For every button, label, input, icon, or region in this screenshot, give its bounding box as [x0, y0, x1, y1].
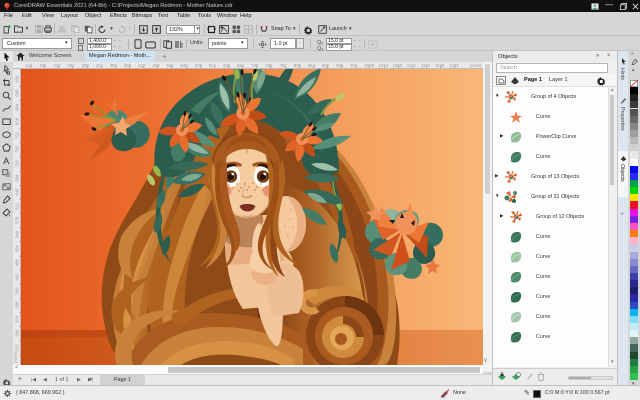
svg-text:504: 504 — [15, 245, 20, 253]
svg-text:936: 936 — [15, 75, 20, 83]
svg-text:684: 684 — [15, 174, 20, 182]
svg-text:720: 720 — [15, 160, 20, 168]
svg-text:Qₓ: Qₓ — [317, 40, 323, 45]
svg-text:792: 792 — [15, 131, 20, 139]
svg-text:612: 612 — [15, 202, 20, 210]
svg-text:288: 288 — [15, 329, 20, 337]
svg-text:432: 432 — [15, 273, 20, 281]
svg-text:360: 360 — [15, 301, 20, 309]
svg-text:A: A — [3, 156, 9, 166]
svg-text:324: 324 — [15, 315, 20, 323]
svg-text:points: points — [13, 351, 18, 362]
svg-text:648: 648 — [15, 188, 20, 196]
svg-text:540: 540 — [15, 230, 20, 238]
svg-text:468: 468 — [15, 259, 20, 267]
svg-text:396: 396 — [15, 287, 20, 295]
svg-text:900: 900 — [15, 89, 20, 97]
svg-text:864: 864 — [15, 103, 20, 111]
svg-text:828: 828 — [15, 117, 20, 125]
svg-text:756: 756 — [15, 146, 20, 154]
svg-text:576: 576 — [15, 216, 20, 224]
